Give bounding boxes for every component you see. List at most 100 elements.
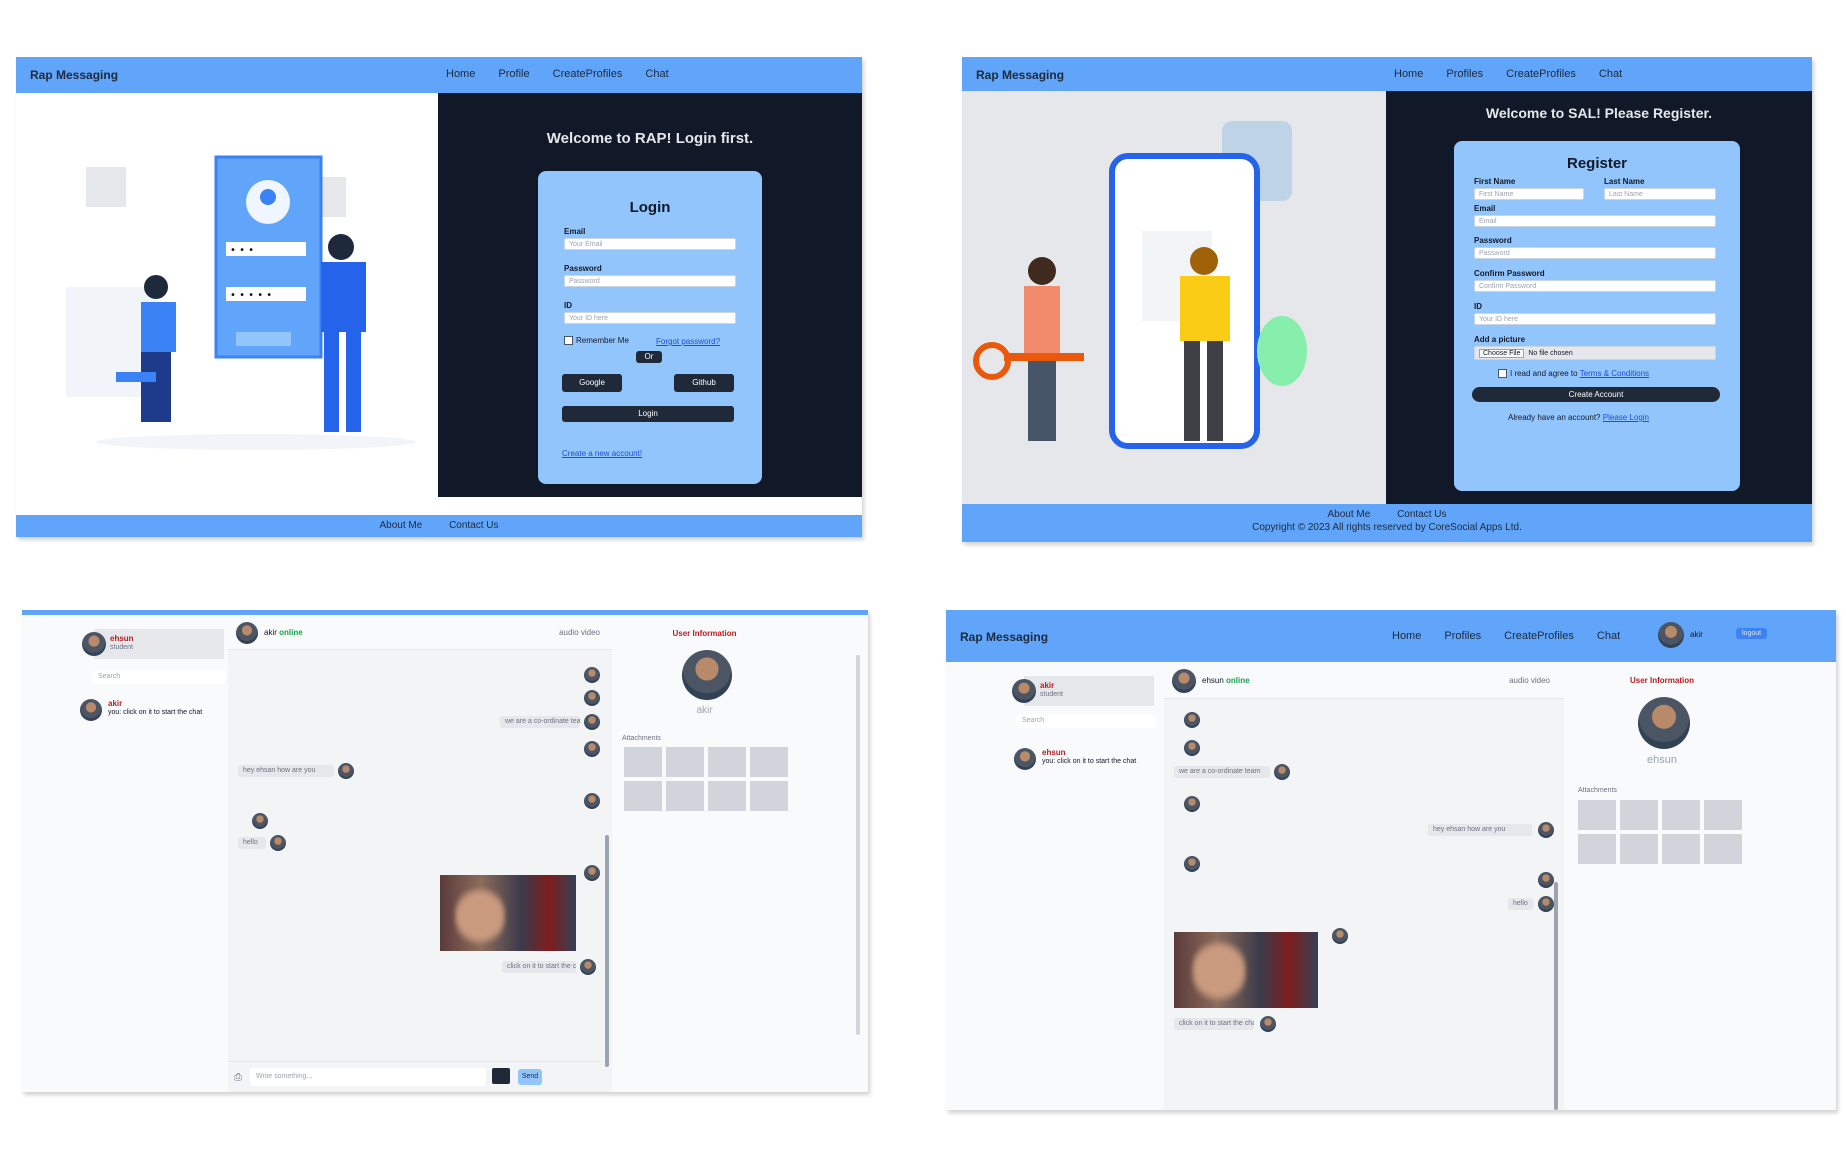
email-field[interactable]: Email — [1474, 215, 1716, 227]
chat-pane: ehsun online audio video we are a co-ord… — [1164, 662, 1564, 1110]
confirm-password-field[interactable]: Confirm Password — [1474, 280, 1716, 292]
info-scrollbar[interactable] — [856, 655, 860, 1035]
attachment-thumb[interactable] — [750, 781, 788, 811]
first-name-label: First Name — [1474, 177, 1516, 186]
chat-scrollbar[interactable] — [1554, 882, 1558, 1110]
login-button[interactable]: Login — [562, 406, 734, 422]
github-button[interactable]: Github — [674, 374, 734, 392]
footer: About Me Contact Us — [16, 515, 862, 537]
call-actions[interactable]: audio video — [559, 628, 600, 637]
attachment-thumb[interactable] — [1620, 834, 1658, 864]
attachment-thumb[interactable] — [1620, 800, 1658, 830]
terms-checkbox[interactable] — [1498, 369, 1507, 379]
brand[interactable]: Rap Messaging — [30, 68, 118, 82]
chat-partner-name: ehsun — [1202, 676, 1224, 685]
file-input[interactable]: Choose File No file chosen — [1474, 346, 1716, 360]
nav-create-profiles[interactable]: CreateProfiles — [1506, 68, 1576, 80]
footer-contact[interactable]: Contact Us — [1397, 509, 1446, 520]
id-field[interactable]: Your ID here — [1474, 313, 1716, 325]
nav-profiles[interactable]: Profiles — [1444, 630, 1481, 642]
last-name-field[interactable]: Last Name — [1604, 188, 1716, 200]
attachment-thumb[interactable] — [1578, 834, 1616, 864]
msg-avatar — [1274, 764, 1290, 780]
message-bubble: we are a co-ordinate team — [500, 716, 580, 728]
attachment-thumb[interactable] — [624, 781, 662, 811]
attachment-thumb[interactable] — [1704, 834, 1742, 864]
nav-chat[interactable]: Chat — [1599, 68, 1622, 80]
nav-chat[interactable]: Chat — [645, 68, 668, 80]
brand[interactable]: Rap Messaging — [976, 68, 1064, 82]
image-message[interactable] — [440, 875, 576, 951]
card-title: Login — [629, 199, 671, 216]
attachment-thumb[interactable] — [1662, 800, 1700, 830]
svg-text:• • • • •: • • • • • — [230, 290, 272, 301]
msg-avatar — [580, 959, 596, 975]
message-input[interactable]: Write something... — [250, 1068, 486, 1086]
nav-home[interactable]: Home — [1394, 68, 1423, 80]
nav-create-profiles[interactable]: CreateProfiles — [553, 68, 623, 80]
footer-about[interactable]: About Me — [379, 520, 422, 531]
search-input[interactable]: Search — [92, 670, 226, 684]
brand[interactable]: Rap Messaging — [960, 630, 1048, 644]
attachment-thumb[interactable] — [666, 781, 704, 811]
image-message[interactable] — [1174, 932, 1318, 1008]
current-user[interactable]: ehsun student — [82, 629, 224, 659]
nav-create-profiles[interactable]: CreateProfiles — [1504, 630, 1574, 642]
nav-home[interactable]: Home — [1392, 630, 1421, 642]
search-input[interactable]: Search — [1016, 714, 1156, 728]
picture-label: Add a picture — [1474, 335, 1526, 344]
call-actions[interactable]: audio video — [1509, 676, 1550, 685]
attachment-thumb[interactable] — [666, 747, 704, 777]
email-field[interactable]: Your Email — [564, 238, 736, 250]
card-title: Register — [1566, 155, 1628, 172]
attachment-thumb[interactable] — [624, 747, 662, 777]
remember-checkbox[interactable] — [564, 336, 573, 346]
logout-button[interactable]: logout — [1736, 628, 1768, 639]
google-button[interactable]: Google — [562, 374, 622, 392]
attachment-thumb[interactable] — [708, 747, 746, 777]
id-field[interactable]: Your ID here — [564, 312, 736, 324]
terms-link[interactable]: Terms & Conditions — [1580, 369, 1649, 378]
info-name: ehsun — [1647, 754, 1677, 766]
first-name-field[interactable]: First Name — [1474, 188, 1584, 200]
image-upload-icon[interactable] — [492, 1068, 510, 1084]
nav-profile[interactable]: Profile — [498, 68, 529, 80]
attachment-thumb[interactable] — [1578, 800, 1616, 830]
nav-home[interactable]: Home — [446, 68, 475, 80]
attachment-thumb[interactable] — [750, 747, 788, 777]
svg-text:• • •: • • • — [230, 245, 254, 256]
nav-profiles[interactable]: Profiles — [1446, 68, 1483, 80]
attach-icon[interactable]: ⎙ — [234, 1072, 242, 1083]
footer-about[interactable]: About Me — [1327, 509, 1370, 520]
attachment-thumb[interactable] — [708, 781, 746, 811]
current-user[interactable]: akir student — [1012, 676, 1154, 706]
chat-scrollbar[interactable] — [605, 835, 609, 1067]
or-divider: Or — [636, 351, 662, 363]
info-pane: User Information ehsun Attachments — [1564, 662, 1836, 1110]
footer-contact[interactable]: Contact Us — [449, 520, 498, 531]
remember-me[interactable]: Remember Me — [564, 336, 629, 346]
login-link[interactable]: Please Login — [1603, 413, 1649, 422]
attachment-thumb[interactable] — [1662, 834, 1700, 864]
password-field[interactable]: Password — [1474, 247, 1716, 259]
nav-avatar[interactable] — [1658, 622, 1684, 648]
contact-item[interactable]: ehsun you: click on it to start the chat — [1014, 746, 1160, 772]
create-account-button[interactable]: Create Account — [1472, 387, 1720, 402]
attachment-thumb[interactable] — [1704, 800, 1742, 830]
choose-file-button[interactable]: Choose File — [1479, 349, 1525, 358]
msg-avatar — [1538, 896, 1554, 912]
navbar: Rap Messaging Home Profiles CreateProfil… — [946, 610, 1836, 662]
attachments-label: Attachments — [1578, 787, 1617, 794]
password-field[interactable]: Password — [564, 275, 736, 287]
create-account-link[interactable]: Create a new account! — [562, 449, 642, 458]
email-label: Email — [564, 227, 586, 236]
contact-item[interactable]: akir you: click on it to start the chat — [80, 697, 226, 723]
password-label: Password — [1474, 236, 1512, 245]
forgot-password-link[interactable]: Forgot password? — [656, 337, 720, 346]
terms-prefix: I read and agree to — [1510, 369, 1578, 378]
contact-name: akir — [108, 699, 123, 708]
register-illustration — [962, 91, 1386, 504]
nav-chat[interactable]: Chat — [1597, 630, 1620, 642]
copyright: Copyright © 2023 All rights reserved by … — [1252, 522, 1522, 533]
send-button[interactable]: Send — [518, 1069, 542, 1085]
